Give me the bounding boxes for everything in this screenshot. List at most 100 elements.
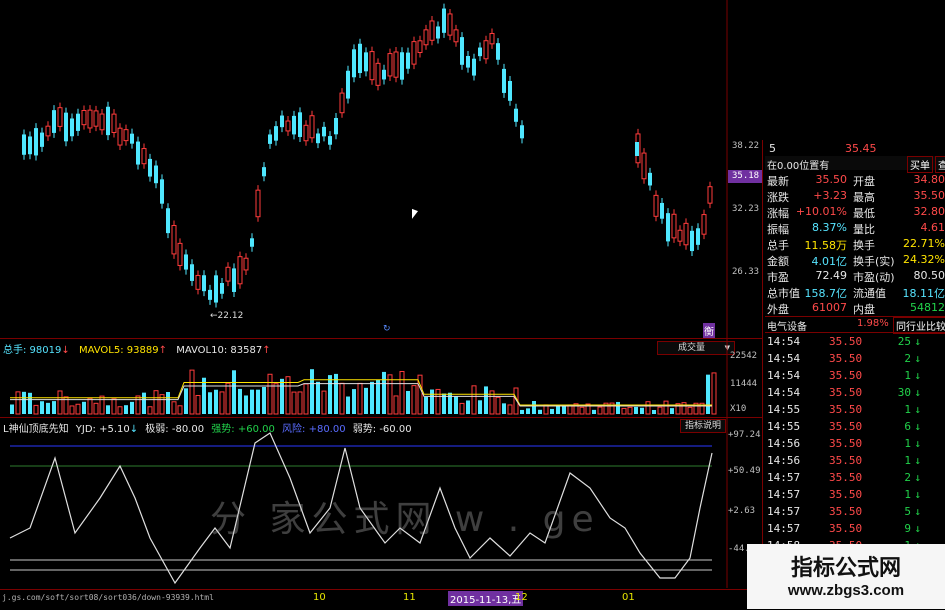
- volume-bar: [106, 405, 110, 414]
- candle: [238, 252, 242, 289]
- time-label-oct: 10: [313, 592, 326, 603]
- quote-key: 金额: [767, 253, 789, 269]
- candle: [496, 38, 500, 65]
- buy-order-button[interactable]: 买单: [907, 156, 933, 173]
- tick-row[interactable]: 14:5435.502↓: [765, 351, 945, 368]
- candle: [304, 120, 308, 145]
- volume-panel[interactable]: 总手: 98019↓ MAVOL5: 93889↑ MAVOL10: 83587…: [0, 339, 760, 417]
- quote-value: 35.50: [914, 189, 945, 202]
- volume-bar: [220, 392, 224, 414]
- tick-row[interactable]: 14:5435.5025↓: [765, 334, 945, 351]
- candle: [466, 51, 470, 73]
- candle: [112, 109, 116, 137]
- volume-bar: [376, 380, 380, 414]
- candlestick-chart[interactable]: 38.22 35.18 32.23 26.33 ←22.12 ↻ 衡: [0, 0, 760, 338]
- volume-bar: [340, 383, 344, 414]
- quote-value: 80.50: [914, 269, 945, 282]
- candle: [708, 182, 712, 208]
- time-label-nov: 11: [403, 592, 416, 603]
- volume-bar: [280, 379, 284, 414]
- candle: [448, 9, 452, 40]
- volume-bar: [94, 403, 98, 414]
- volume-bar: [622, 408, 626, 414]
- candle: [376, 58, 380, 90]
- tick-price: 35.50: [829, 437, 862, 450]
- tick-row[interactable]: 14:5435.5030↓: [765, 385, 945, 402]
- view-detail-button[interactable]: 查看详细: [935, 156, 945, 173]
- tick-time: 14:55: [767, 420, 800, 433]
- down-arrow-icon: ↓: [914, 437, 921, 450]
- quote-value: +3.23: [813, 189, 847, 202]
- tick-volume: 6: [904, 420, 911, 433]
- weight-marker-icon: 衡: [703, 323, 715, 338]
- volume-bar: [658, 407, 662, 414]
- candle: [184, 249, 188, 274]
- quote-key: 外盘: [767, 301, 789, 317]
- volume-bar: [238, 389, 242, 414]
- candle: [418, 36, 422, 58]
- quote-value: 4.61: [921, 221, 945, 234]
- down-arrow-icon: ↓: [914, 403, 921, 416]
- quote-key: 开盘: [853, 173, 875, 189]
- candle: [220, 278, 224, 299]
- mouse-cursor-icon: [412, 209, 418, 221]
- volume-bar: [628, 407, 632, 414]
- volume-bar: [346, 397, 350, 414]
- tick-row[interactable]: 14:5535.501↓: [765, 402, 945, 419]
- volume-bar: [682, 403, 686, 414]
- tick-row[interactable]: 14:5435.501↓: [765, 368, 945, 385]
- quote-key: 总手: [767, 237, 789, 253]
- low-price-marker: ←22.12: [210, 311, 243, 321]
- tick-time: 14:57: [767, 522, 800, 535]
- volume-bar: [670, 408, 674, 414]
- candle: [280, 111, 284, 133]
- candle: [672, 209, 676, 243]
- candle: [172, 221, 176, 259]
- volume-bar: [148, 407, 152, 414]
- sector-row: 电气设备 1.98% 同行业比较: [765, 316, 945, 333]
- volume-bar: [466, 400, 470, 414]
- volume-bar: [394, 396, 398, 414]
- low-price-label: 22.12: [218, 311, 244, 321]
- candle: [178, 238, 182, 270]
- time-label-cursor-date: 2015-11-13,五: [448, 591, 523, 606]
- volume-bar: [196, 395, 200, 414]
- quote-key: 量比: [853, 221, 875, 237]
- candle: [472, 54, 476, 81]
- tick-row[interactable]: 14:5735.501↓: [765, 487, 945, 504]
- candle: [88, 105, 92, 133]
- tick-time: 14:57: [767, 505, 800, 518]
- tick-row[interactable]: 14:5635.501↓: [765, 436, 945, 453]
- quote-row: 总市值158.7亿流通值18.11亿: [765, 284, 945, 300]
- quote-row: 振幅8.37%量比4.61: [765, 220, 945, 236]
- volume-bar: [352, 389, 356, 414]
- quote-key: 市盈(动): [853, 269, 895, 285]
- volume-bar: [370, 382, 374, 414]
- volume-bar: [214, 390, 218, 414]
- candle: [130, 129, 134, 149]
- volume-bar: [226, 383, 230, 414]
- candle: [690, 226, 694, 256]
- tick-row[interactable]: 14:5635.501↓: [765, 453, 945, 470]
- indicator-y-label-3: +2.63: [728, 506, 755, 516]
- price-label-1: 38.22: [732, 141, 759, 151]
- tick-row[interactable]: 14:5535.506↓: [765, 419, 945, 436]
- candle: [292, 111, 296, 140]
- down-arrow-icon: ↓: [914, 488, 921, 501]
- candle: [34, 123, 38, 160]
- tick-row[interactable]: 14:5735.509↓: [765, 521, 945, 538]
- tick-volume: 2: [904, 352, 911, 365]
- tick-time: 14:56: [767, 454, 800, 467]
- quote-subheader: 在0.00位置有 买单 查看详细: [765, 156, 945, 170]
- volume-bar: [124, 405, 128, 414]
- quote-value: 4.01亿: [812, 253, 848, 269]
- volume-bar: [118, 407, 122, 414]
- tick-row[interactable]: 14:5735.502↓: [765, 470, 945, 487]
- tick-price: 35.50: [829, 420, 862, 433]
- tick-volume: 1: [904, 437, 911, 450]
- volume-bar: [436, 389, 440, 414]
- tick-row[interactable]: 14:5735.505↓: [765, 504, 945, 521]
- sector-compare-button[interactable]: 同行业比较: [893, 317, 945, 334]
- candle: [346, 66, 350, 104]
- quote-row: 外盘61007内盘54812: [765, 300, 945, 316]
